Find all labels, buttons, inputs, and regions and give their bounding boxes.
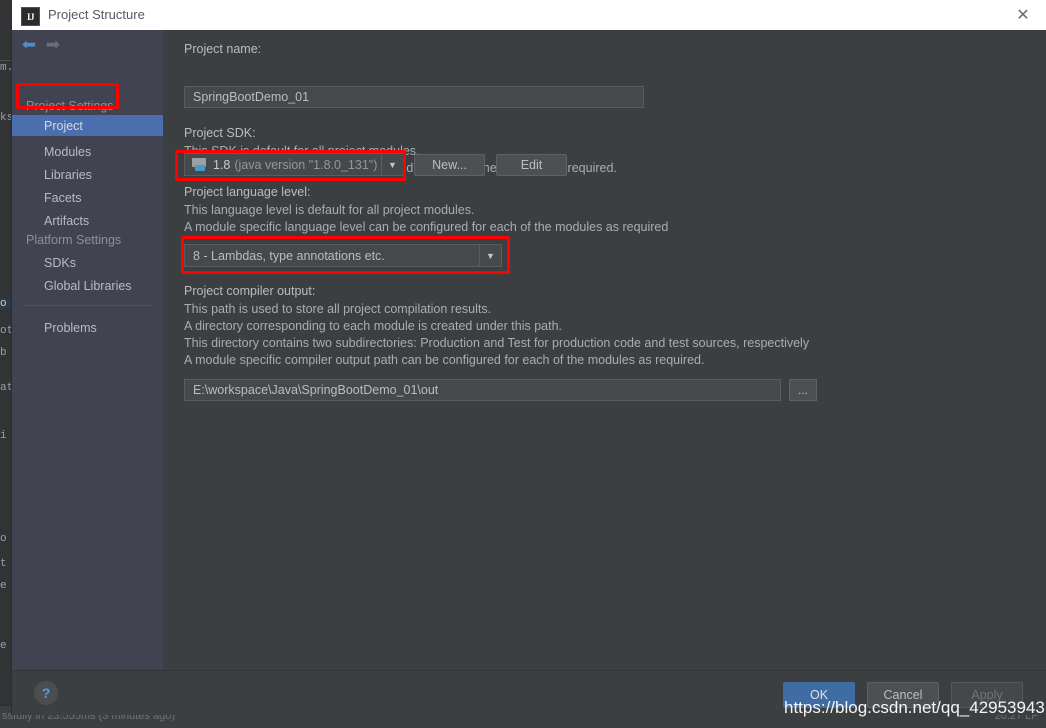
screenshot-root: m. ks o ot b at i o t e e ssfully in 23.555ms (3 m…	[0, 0, 1046, 728]
sidebar-divider	[24, 305, 152, 306]
sidebar-item-modules[interactable]: Modules	[12, 141, 163, 162]
language-level-combo[interactable]: 8 - Lambdas, type annotations etc. ▼	[184, 244, 502, 267]
ok-button[interactable]: OK	[783, 682, 855, 708]
sidebar-item-label: SDKs	[44, 255, 76, 270]
dialog-title: Project Structure	[48, 7, 145, 22]
settings-sidebar: ⬅ ➡ Project Settings Platform Settings Pr…	[12, 30, 164, 670]
project-sdk-detail: (java version "1.8.0_131")	[234, 157, 378, 172]
sidebar-item-label: Artifacts	[44, 213, 90, 228]
edit-sdk-button[interactable]: Edit	[496, 154, 567, 176]
project-structure-dialog: IJ Project Structure ✕ ⬅ ➡ Project Setti…	[12, 0, 1046, 715]
sidebar-item-label: Libraries	[44, 167, 92, 182]
sidebar-item-label: Modules	[44, 144, 92, 159]
project-sdk-version: 1.8	[213, 157, 231, 172]
nav-toolbar: ⬅ ➡	[12, 30, 163, 58]
compiler-output-label: Project compiler output:	[184, 284, 316, 298]
project-sdk-label: Project SDK:	[184, 126, 256, 140]
back-arrow-icon[interactable]: ⬅	[18, 35, 40, 53]
help-icon[interactable]: ?	[34, 681, 58, 705]
sdk-folder-icon	[192, 158, 207, 171]
chevron-down-icon[interactable]: ▼	[381, 154, 403, 175]
sidebar-item-sdks[interactable]: SDKs	[12, 252, 163, 273]
compiler-output-desc-2: A directory corresponding to each module…	[184, 319, 562, 333]
apply-button: Apply	[951, 682, 1023, 708]
sidebar-item-label: Project	[44, 118, 83, 133]
dialog-body: ⬅ ➡ Project Settings Platform Settings Pr…	[12, 30, 1046, 670]
compiler-output-input[interactable]: E:\workspace\Java\SpringBootDemo_01\out	[184, 379, 781, 401]
sidebar-item-global-libraries[interactable]: Global Libraries	[12, 275, 163, 296]
sidebar-item-facets[interactable]: Facets	[12, 187, 163, 208]
sidebar-item-label: Global Libraries	[44, 278, 132, 293]
sidebar-item-label: Problems	[44, 320, 97, 335]
sidebar-item-label: Facets	[44, 190, 82, 205]
language-level-desc-1: This language level is default for all p…	[184, 203, 475, 217]
dialog-footer: ? OK Cancel Apply	[12, 670, 1046, 715]
chevron-down-icon[interactable]: ▼	[479, 245, 501, 266]
close-icon[interactable]: ✕	[1000, 0, 1046, 29]
project-name-input[interactable]: SpringBootDemo_01	[184, 86, 644, 108]
cancel-button[interactable]: Cancel	[867, 682, 939, 708]
project-name-label: Project name:	[184, 42, 262, 56]
sidebar-item-artifacts[interactable]: Artifacts	[12, 210, 163, 231]
sidebar-item-project[interactable]: Project	[12, 115, 163, 136]
compiler-output-browse-button[interactable]: ...	[789, 379, 817, 401]
sidebar-item-libraries[interactable]: Libraries	[12, 164, 163, 185]
sidebar-group-label: Project Settings	[26, 99, 114, 113]
project-settings-panel: Project name: SpringBootDemo_01 Project …	[163, 30, 1046, 670]
sidebar-item-problems[interactable]: Problems	[12, 317, 163, 338]
new-sdk-button[interactable]: New...	[414, 154, 485, 176]
compiler-output-desc-1: This path is used to store all project c…	[184, 302, 492, 316]
language-level-value: 8 - Lambdas, type annotations etc.	[193, 248, 385, 263]
language-level-label: Project language level:	[184, 185, 311, 199]
dialog-titlebar: IJ Project Structure ✕	[12, 0, 1046, 31]
sidebar-group-label: Platform Settings	[26, 233, 122, 247]
project-sdk-combo[interactable]: 1.8 (java version "1.8.0_131") ▼	[184, 153, 404, 176]
intellij-idea-icon: IJ	[21, 7, 40, 26]
compiler-output-desc-3: This directory contains two subdirectori…	[184, 336, 810, 350]
forward-arrow-icon[interactable]: ➡	[42, 35, 64, 53]
compiler-output-desc-4: A module specific compiler output path c…	[184, 353, 705, 367]
language-level-desc-2: A module specific language level can be …	[184, 220, 669, 234]
